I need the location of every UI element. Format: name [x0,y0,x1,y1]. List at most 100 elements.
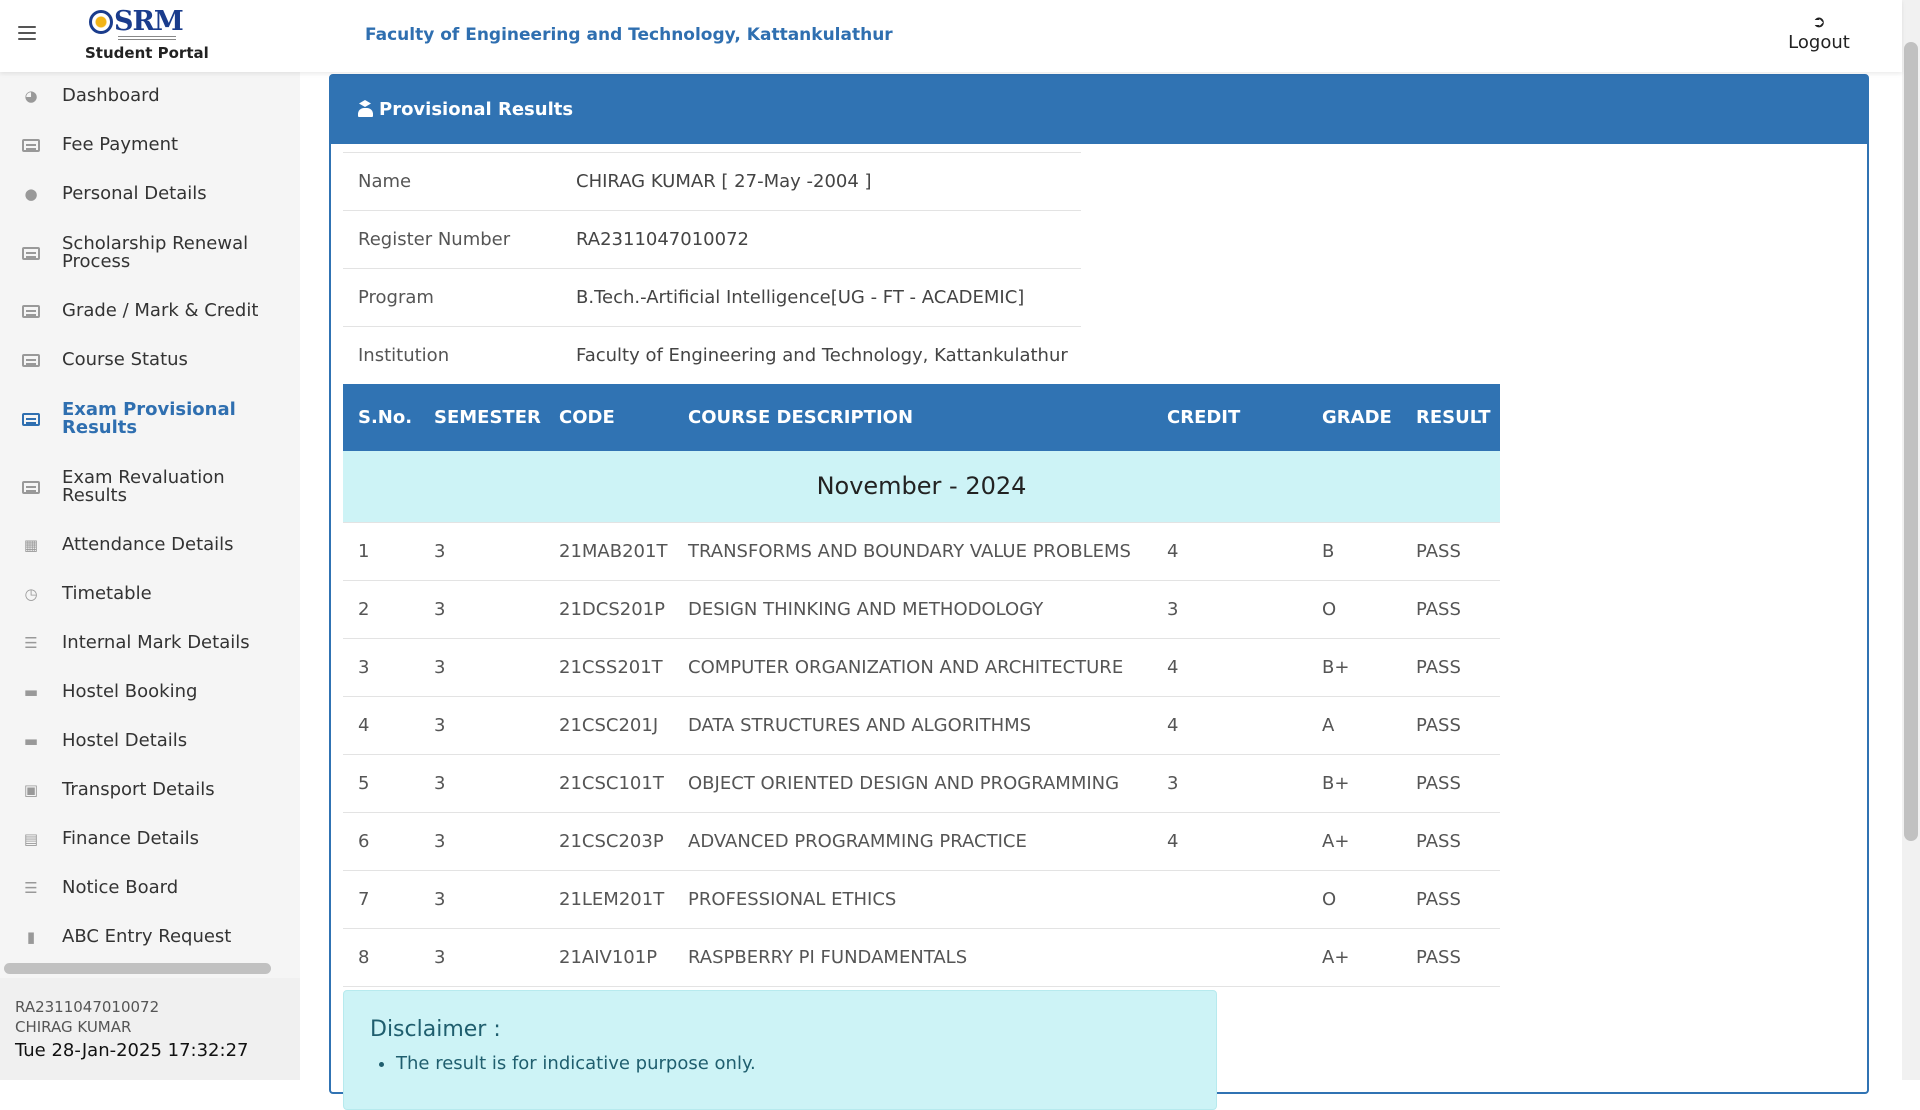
cell-sno: 2 [343,580,419,639]
user-name: CHIRAG KUMAR [15,1018,132,1036]
cell-result: PASS [1401,928,1500,987]
cell-grade: B+ [1307,754,1401,813]
table-row: 4 3 21CSC201J DATA STRUCTURES AND ALGORITHM… [343,696,1500,755]
sidebar-menu: ◕ Dashboard Fee Payment ● Personal Details Sc… [0,72,300,952]
cell-sem: 3 [419,928,544,987]
card-icon [21,303,41,319]
cell-code: 21MAB201T [544,522,673,581]
cell-result: PASS [1401,580,1500,639]
cell-sno: 5 [343,754,419,813]
sidebar-item-notice-board[interactable]: ☰ Notice Board [0,869,300,907]
dashboard-icon: ◕ [24,87,38,105]
cell-desc: DATA STRUCTURES AND ALGORITHMS [673,696,1152,755]
graduate-icon [358,100,373,117]
info-row: Program B.Tech.-Artificial Intelligence[U… [343,268,1081,326]
user-icon: ● [24,185,38,203]
card-icon [21,411,41,427]
sidebar-item-hostel-booking[interactable]: ▬ Hostel Booking [0,673,300,711]
sidebar-item-fee-payment[interactable]: Fee Payment [0,126,300,164]
sidebar-item-grade-mark-credit[interactable]: Grade / Mark & Credit [0,292,300,330]
panel-title: Provisional Results [358,99,573,120]
cell-code: 21AIV101P [544,928,673,987]
sidebar-item-label: Scholarship Renewal Process [62,233,249,272]
cell-credit: 4 [1152,812,1307,871]
table-row: 8 3 21AIV101P RASPBERRY PI FUNDAMENTALS A+ PA… [343,928,1500,987]
sidebar-item-scholarship-renewal-process[interactable]: Scholarship Renewal Process [0,224,300,282]
cell-grade: B+ [1307,638,1401,697]
table-row: 7 3 21LEM201T PROFESSIONAL ETHICS O PASS [343,870,1500,929]
card-icon [21,479,41,495]
cell-sem: 3 [419,522,544,581]
table-row: 6 3 21CSC203P ADVANCED PROGRAMMING PRACTICE… [343,812,1500,871]
cell-code: 21CSC203P [544,812,673,871]
cell-credit: 3 [1152,580,1307,639]
disclaimer-list: The result is for indicative purpose onl… [396,1053,756,1074]
faculty-title: Faculty of Engineering and Technology, K… [365,25,893,45]
info-row: Register Number RA2311047010072 [343,210,1081,268]
info-value: B.Tech.-Artificial Intelligence[UG - FT … [576,287,1025,308]
cell-sem: 3 [419,754,544,813]
current-datetime: Tue 28-Jan-2025 17:32:27 [15,1040,249,1061]
srm-logo[interactable]: SRM [86,6,196,40]
top-header: SRM Student Portal Faculty of Engineerin… [0,0,1902,72]
sidebar-item-exam-provisional-results[interactable]: Exam Provisional Results [0,390,300,448]
hamburger-icon[interactable] [18,26,36,42]
book-icon: ▮ [26,928,36,946]
sidebar-item-abc-entry-request[interactable]: ▮ ABC Entry Request [0,918,300,952]
logout-label: Logout [1788,32,1850,53]
sidebar-scrollbar[interactable] [4,963,271,974]
cell-desc: PROFESSIONAL ETHICS [673,870,1152,929]
cell-grade: O [1307,870,1401,929]
receipt-icon: ▤ [23,830,39,848]
column-header: GRADE [1307,384,1401,451]
column-header: RESULT [1401,384,1500,451]
sign-out-icon: ➲ [1812,12,1826,31]
calculator-icon: ▦ [23,536,39,554]
results-header-row: S.No. SEMESTER CODE COURSE DESCRIPTION CREDI… [343,384,1500,451]
logout-button[interactable]: ➲ Logout [1780,12,1858,54]
sidebar-item-transport-details[interactable]: ▣ Transport Details [0,771,300,809]
sidebar-item-personal-details[interactable]: ● Personal Details [0,175,300,213]
cell-desc: TRANSFORMS AND BOUNDARY VALUE PROBLEMS [673,522,1152,581]
sidebar-item-timetable[interactable]: ◷ Timetable [0,575,300,613]
sidebar-item-internal-mark-details[interactable]: ☰ Internal Mark Details [0,624,300,662]
disclaimer-item: The result is for indicative purpose onl… [396,1053,756,1074]
page-scrollbar-thumb[interactable] [1904,42,1918,841]
cell-desc: ADVANCED PROGRAMMING PRACTICE [673,812,1152,871]
cell-credit: 4 [1152,696,1307,755]
cell-sem: 3 [419,870,544,929]
column-header: CODE [544,384,673,451]
cell-code: 21LEM201T [544,870,673,929]
cell-sem: 3 [419,580,544,639]
list-icon: ☰ [24,879,38,897]
sidebar-item-label: Internal Mark Details [62,632,250,653]
sidebar-item-label: ABC Entry Request [62,926,232,947]
session-label: November - 2024 [343,451,1500,523]
sidebar-item-label: Notice Board [62,877,179,898]
cell-sno: 1 [343,522,419,581]
cell-sno: 4 [343,696,419,755]
cell-sno: 7 [343,870,419,929]
session-row: November - 2024 [343,451,1500,523]
cell-result: PASS [1401,754,1500,813]
sidebar-item-course-status[interactable]: Course Status [0,341,300,379]
cell-desc: DESIGN THINKING AND METHODOLOGY [673,580,1152,639]
sidebar-item-dashboard[interactable]: ◕ Dashboard [0,77,300,115]
bed-icon: ▬ [23,683,39,701]
sidebar-item-finance-details[interactable]: ▤ Finance Details [0,820,300,858]
disclaimer-box: Disclaimer : The result is for indicativ… [343,990,1217,1110]
cell-grade: A [1307,696,1401,755]
cell-grade: A+ [1307,928,1401,987]
sidebar-item-hostel-details[interactable]: ▬ Hostel Details [0,722,300,760]
sidebar-item-label: Timetable [62,583,152,604]
sidebar-item-exam-revaluation-results[interactable]: Exam Revaluation Results [0,458,300,516]
column-header: SEMESTER [419,384,544,451]
provisional-results-panel: Provisional Results Name CHIRAG KUMAR [ 2… [329,74,1869,1110]
sidebar-item-attendance-details[interactable]: ▦ Attendance Details [0,526,300,564]
info-value: Faculty of Engineering and Technology, K… [576,345,1068,366]
user-info-box: RA2311047010072 CHIRAG KUMAR Tue 28-Jan-… [0,978,300,1080]
table-row: 3 3 21CSS201T COMPUTER ORGANIZATION AND ARC… [343,638,1500,697]
results-body: November - 2024 1 3 21MAB201T TRANSFORMS AN… [343,451,1500,987]
cell-code: 21CSC201J [544,696,673,755]
cell-sno: 3 [343,638,419,697]
